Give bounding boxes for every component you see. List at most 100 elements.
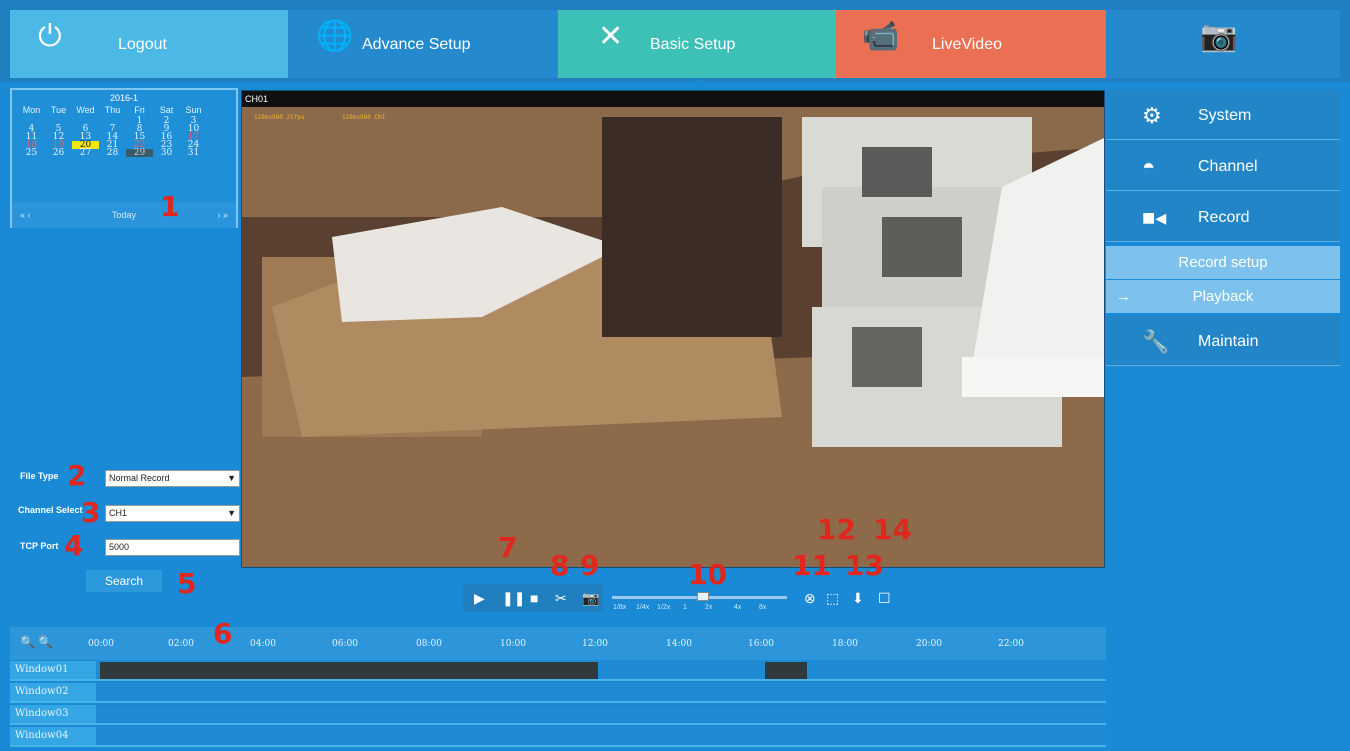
pause-icon[interactable]: ❚❚ <box>502 590 525 607</box>
channel-select[interactable]: CH1 ▼ <box>105 505 240 522</box>
calendar-day[interactable]: 25 <box>18 149 45 158</box>
timeline-row-window02[interactable]: Window02 <box>10 683 1106 703</box>
submenu-record-setup[interactable]: Record setup <box>1106 246 1340 279</box>
snapshot-camera-icon[interactable]: 📷 <box>582 590 599 607</box>
annotation-number: 9 <box>580 549 600 582</box>
tab-basic-setup[interactable]: ✕ Basic Setup <box>558 10 836 78</box>
file-type-select[interactable]: Normal Record ▼ <box>105 470 240 487</box>
camera-logo-icon: 📷 <box>1200 20 1238 53</box>
speed-label: 2x <box>705 604 713 611</box>
timeline-tick: 20:00 <box>916 639 942 649</box>
timeline-row-window03[interactable]: Window03 <box>10 705 1106 725</box>
calendar-week: 11 12 13 14 15 16 17 <box>12 133 236 142</box>
tab-logout[interactable]: ⏻ Logout <box>10 10 288 78</box>
file-type-value: Normal Record <box>109 473 170 483</box>
calendar-day[interactable]: 30 <box>153 149 180 158</box>
tab-basic-setup-label: Basic Setup <box>650 36 736 53</box>
zoom-out-icon[interactable]: 🔍 <box>38 635 53 649</box>
weekday: Sat <box>159 105 174 115</box>
tab-livevideo[interactable]: 📹 LiveVideo <box>836 10 1106 78</box>
calendar-next-button[interactable]: › » <box>217 210 228 220</box>
record-segment[interactable] <box>765 662 807 679</box>
timeline-tick: 00:00 <box>88 639 114 649</box>
active-tab-caret <box>691 78 707 86</box>
calendar-day[interactable]: 27 <box>72 149 99 158</box>
annotation-number: 10 <box>688 558 727 591</box>
record-camera-icon: ■◂ <box>1142 205 1167 230</box>
timeline: 🔍 🔍 00:00 02:00 04:00 06:00 08:00 10:00 … <box>10 627 1106 751</box>
weekday: Tue <box>50 105 67 115</box>
zoom-in-icon[interactable]: 🔍 <box>20 635 35 649</box>
timeline-row-window04[interactable]: Window04 <box>10 727 1106 747</box>
calendar-day[interactable]: 28 <box>99 149 126 158</box>
weekday: Fri <box>134 105 145 115</box>
tab-advance-setup-label: Advance Setup <box>362 36 471 53</box>
menu-system[interactable]: ⚙ System <box>1106 90 1340 140</box>
speed-label: 8x <box>759 604 767 611</box>
gear-icon: ⚙ <box>1142 103 1162 128</box>
calendar-today-button[interactable]: Today <box>112 210 136 220</box>
menu-maintain[interactable]: 🔧 Maintain <box>1106 316 1340 366</box>
search-button[interactable]: Search <box>86 570 162 592</box>
timeline-tick: 16:00 <box>748 639 774 649</box>
speed-label: 1 <box>683 604 687 611</box>
annotation-number: 5 <box>177 567 197 600</box>
right-menu: ⚙ System ◓ Channel ■◂ Record Record setu… <box>1106 88 1340 751</box>
video-player[interactable]: CH01 1280x960 25fps 1280x960 CH1 <box>241 90 1105 568</box>
timeline-tick: 06:00 <box>332 639 358 649</box>
speed-label: 4x <box>734 604 742 611</box>
annotation-number: 6 <box>213 617 233 650</box>
window-label: Window03 <box>10 705 96 723</box>
tcp-port-value: 5000 <box>109 542 130 552</box>
timeline-row-window01[interactable]: Window01 <box>10 661 1106 681</box>
tab-advance-setup[interactable]: 🌐 Advance Setup <box>288 10 558 78</box>
annotation-number: 1 <box>160 190 180 223</box>
timeline-tick: 08:00 <box>416 639 442 649</box>
timeline-tick: 18:00 <box>832 639 858 649</box>
video-frame: 1280x960 25fps 1280x960 CH1 <box>242 107 1104 567</box>
calendar-month: 2016-1 <box>109 93 139 103</box>
fullscreen-icon[interactable]: ☐ <box>878 590 891 607</box>
calendar-day-today[interactable]: 29 <box>126 149 153 158</box>
digital-zoom-icon[interactable]: ⊗ <box>804 590 816 607</box>
weekday: Sun <box>185 105 202 115</box>
annotation-number: 14 <box>873 513 912 546</box>
clip-icon[interactable]: ✂ <box>555 590 567 607</box>
chevron-down-icon: ▼ <box>227 473 236 483</box>
annotation-number: 8 <box>550 549 570 582</box>
annotation-number: 4 <box>64 529 84 562</box>
chevron-down-icon: ▼ <box>227 508 236 518</box>
timeline-tick: 12:00 <box>582 639 608 649</box>
weekday: Wed <box>76 105 95 115</box>
record-segment[interactable] <box>100 662 598 679</box>
calendar-weekdays: Mon Tue Wed Thu Fri Sat Sun <box>12 103 236 117</box>
video-camera-icon: 📹 <box>862 20 900 53</box>
timeline-tick: 22:00 <box>998 639 1024 649</box>
channel-select-label: Channel Select <box>18 505 83 515</box>
calendar-day[interactable]: 31 <box>180 149 207 158</box>
play-icon[interactable]: ▶ <box>474 590 485 607</box>
tcp-port-label: TCP Port <box>20 541 59 551</box>
calendar-prev-button[interactable]: « ‹ <box>20 210 31 220</box>
menu-channel-label: Channel <box>1198 158 1258 175</box>
weekday: Mon <box>22 105 41 115</box>
calendar-day[interactable]: 26 <box>45 149 72 158</box>
window-label: Window02 <box>10 683 96 701</box>
annotation-number: 7 <box>498 531 518 564</box>
annotation-number: 12 <box>817 513 856 546</box>
arrow-right-icon: → <box>1116 288 1131 305</box>
tcp-port-input[interactable]: 5000 <box>105 539 240 556</box>
capture-area-icon[interactable]: ⬚ <box>826 590 839 607</box>
menu-maintain-label: Maintain <box>1198 333 1259 350</box>
menu-channel[interactable]: ◓ Channel <box>1106 141 1340 191</box>
speed-slider-handle[interactable] <box>697 592 709 601</box>
video-osd-left: 1280x960 25fps <box>254 114 305 121</box>
submenu-playback[interactable]: → Playback <box>1106 280 1340 313</box>
download-icon[interactable]: ⬇ <box>852 590 864 607</box>
stop-icon[interactable]: ■ <box>530 590 538 606</box>
menu-record[interactable]: ■◂ Record <box>1106 192 1340 242</box>
wrench-icon: 🔧 <box>1142 329 1170 354</box>
speed-label: 1/8x <box>613 604 627 611</box>
window-label: Window04 <box>10 727 96 745</box>
tools-icon: ✕ <box>598 20 624 53</box>
